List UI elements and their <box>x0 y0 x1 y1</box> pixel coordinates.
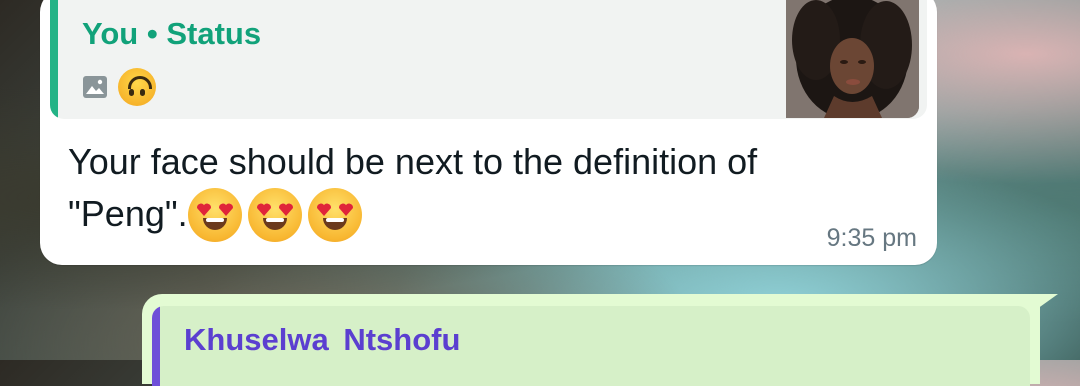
message-text: Your face should be next to the definiti… <box>68 136 868 242</box>
heart-eyes-emoji <box>307 188 362 242</box>
status-reply-quote[interactable]: You • Status <box>50 0 927 119</box>
upside-down-face-emoji <box>118 68 156 106</box>
status-photo-thumbnail <box>786 0 919 118</box>
photo-icon <box>83 76 107 98</box>
heart-eyes-emoji <box>187 188 242 242</box>
message-timestamp: 9:35 pm <box>826 224 917 252</box>
outgoing-message-bubble[interactable]: Khuselwa Ntshofu <box>142 294 1040 386</box>
quote-accent-bar <box>50 0 58 119</box>
quote-accent-bar <box>152 306 160 386</box>
heart-eyes-emoji <box>247 188 302 242</box>
quote-sender: Khuselwa Ntshofu <box>184 322 461 357</box>
message-body: Your face should be next to the definiti… <box>68 141 758 234</box>
quote-sender: You • Status <box>82 16 262 51</box>
incoming-message-bubble[interactable]: You • Status Your face should be next to… <box>40 0 937 265</box>
contact-reply-quote[interactable]: Khuselwa Ntshofu <box>152 306 1030 386</box>
quote-preview <box>82 68 156 106</box>
